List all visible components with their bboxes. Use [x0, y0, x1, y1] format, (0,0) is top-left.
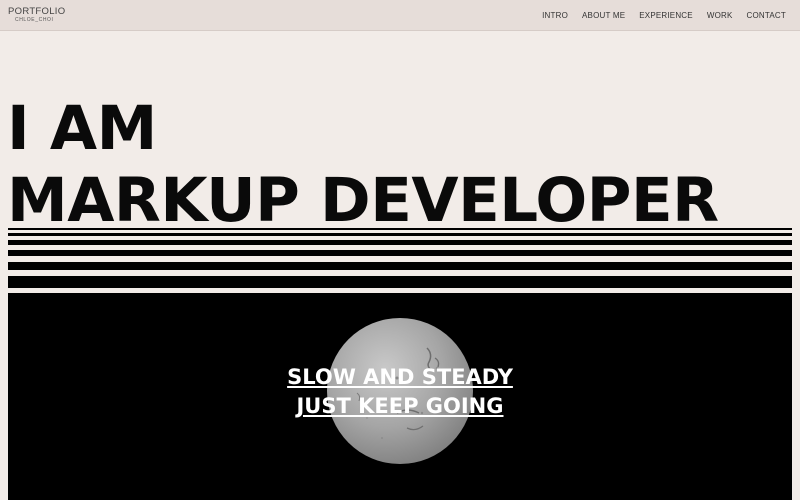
stripe: [8, 228, 792, 230]
nav-experience[interactable]: EXPERIENCE: [639, 11, 693, 20]
logo[interactable]: PORTFOLIO CHLOE_CHOI: [8, 7, 65, 23]
nav-contact[interactable]: CONTACT: [747, 11, 786, 20]
stripe: [8, 276, 792, 288]
banner-quote-line-2: JUST KEEP GOING: [296, 394, 504, 418]
logo-subtitle: CHLOE_CHOI: [15, 16, 54, 23]
stripe: [8, 262, 792, 270]
stripe: [8, 233, 792, 236]
hero-heading-line-1: I AM: [7, 93, 157, 164]
main-nav: INTRO ABOUT ME EXPERIENCE WORK CONTACT: [542, 11, 786, 20]
nav-intro[interactable]: INTRO: [542, 11, 568, 20]
stripe: [8, 250, 792, 256]
banner-quote-line-1: SLOW AND STEADY: [287, 365, 513, 389]
nav-work[interactable]: WORK: [707, 11, 733, 20]
site-header: PORTFOLIO CHLOE_CHOI INTRO ABOUT ME EXPE…: [0, 0, 800, 31]
nav-about-me[interactable]: ABOUT ME: [582, 11, 625, 20]
quote-banner: SLOW AND STEADY JUST KEEP GOING: [8, 293, 792, 500]
hero-heading-line-2: MARKUP DEVELOPER: [7, 165, 719, 236]
stone-circle-image: [327, 318, 473, 464]
stone-texture: [356, 347, 440, 439]
logo-title: PORTFOLIO: [8, 6, 66, 17]
stripe: [8, 240, 792, 245]
